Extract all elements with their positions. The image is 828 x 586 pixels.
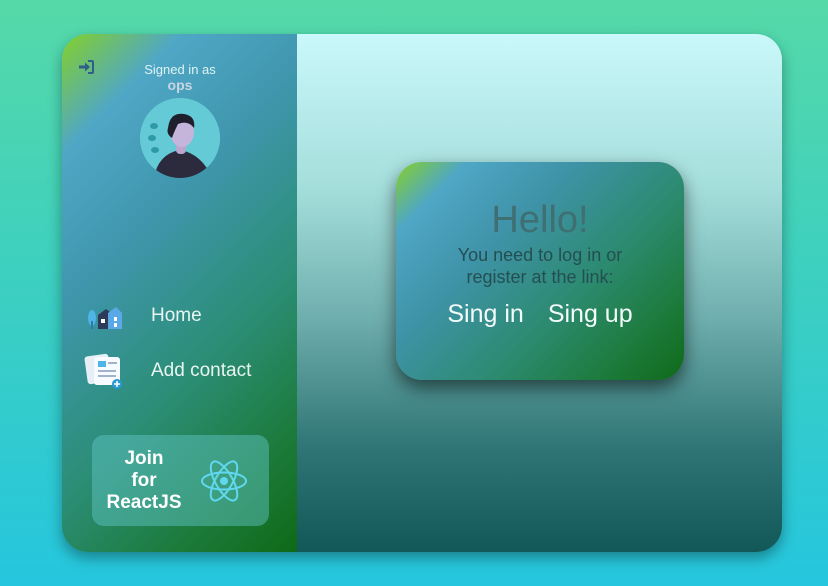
sidebar: Signed in as ops Home Add contact Join f…: [62, 34, 297, 552]
home-icon: [82, 296, 126, 336]
card-message: You need to log in or register at the li…: [457, 245, 623, 287]
join-line-2: for: [131, 469, 157, 491]
nav-label-home: Home: [151, 305, 202, 326]
join-reactjs-text: Join for ReactJS: [94, 448, 194, 514]
logout-icon[interactable]: [78, 60, 94, 74]
join-reactjs-banner[interactable]: Join for ReactJS: [92, 435, 269, 526]
avatar-illustration: [140, 98, 220, 178]
nav-label-add-contact: Add contact: [151, 360, 252, 381]
signup-link[interactable]: Sing up: [548, 300, 633, 329]
signin-link[interactable]: Sing in: [447, 300, 523, 329]
main-content: Hello! You need to log in or register at…: [297, 34, 782, 552]
username: ops: [167, 77, 193, 93]
contacts-icon: [82, 351, 126, 391]
auth-links: Sing in Sing up: [396, 300, 684, 329]
signed-in-label: Signed in as: [144, 62, 216, 77]
join-line-1: Join: [124, 447, 164, 469]
nav-item-home[interactable]: Home: [82, 296, 202, 336]
app-window: Signed in as ops Home Add contact Join f…: [62, 34, 782, 552]
join-line-3: ReactJS: [106, 491, 182, 513]
user-info: Signed in as ops: [137, 62, 223, 93]
nav-item-add-contact[interactable]: Add contact: [82, 351, 251, 391]
card-title: Hello!: [491, 199, 589, 241]
react-icon: [201, 460, 247, 502]
avatar: [140, 98, 220, 178]
auth-card: Hello! You need to log in or register at…: [396, 162, 684, 380]
